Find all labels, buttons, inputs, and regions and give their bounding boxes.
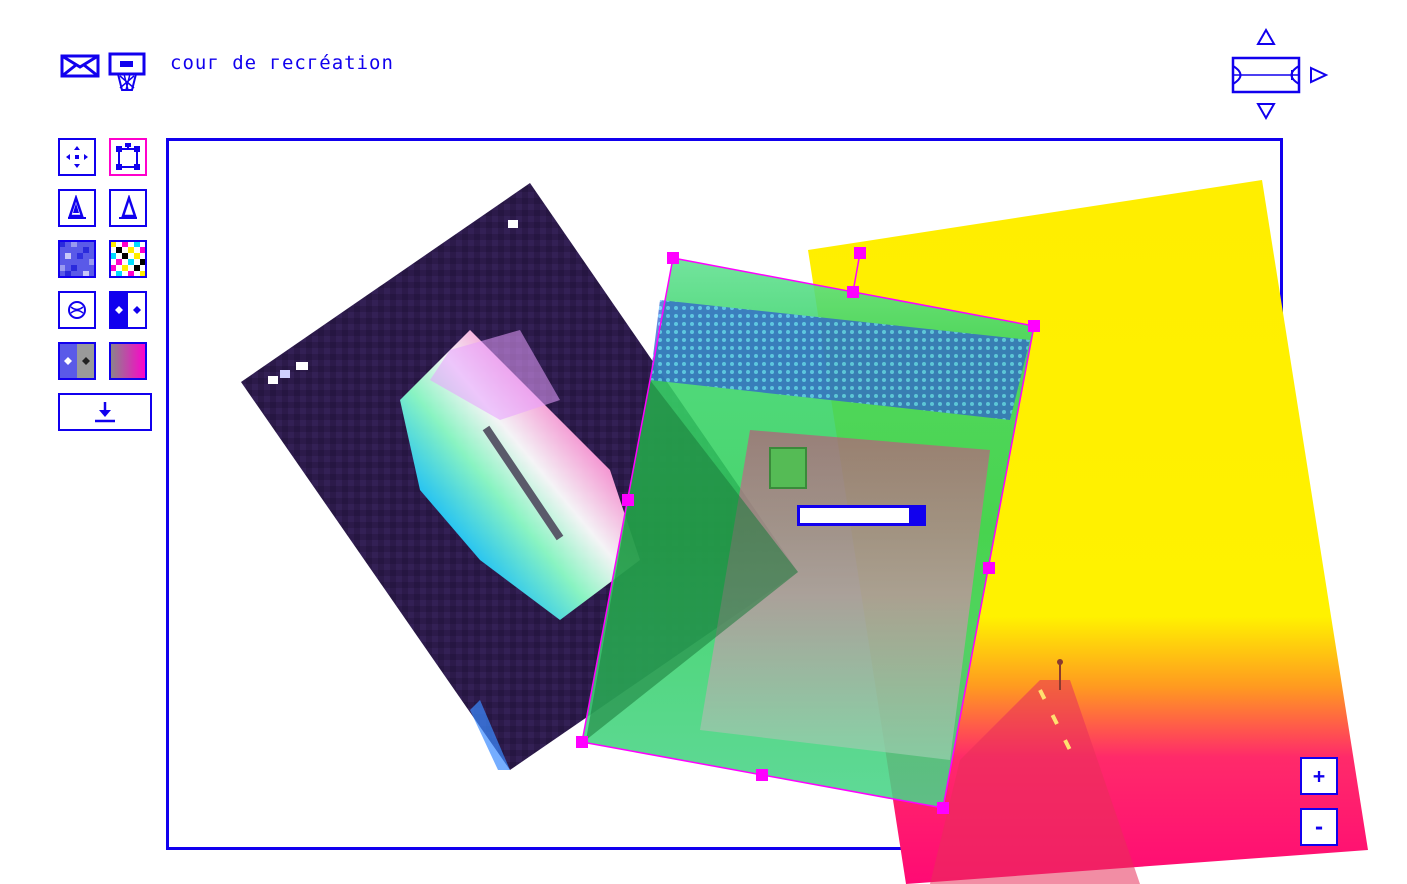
zoom-out-button[interactable]: - [1300, 808, 1338, 846]
resize-handle-bottom[interactable] [756, 769, 768, 781]
resize-handle-bottom-left[interactable] [576, 736, 588, 748]
gradient-split-icon [60, 344, 94, 378]
court-icon[interactable] [1231, 56, 1301, 94]
zoom-in-button[interactable]: + [1300, 757, 1338, 795]
arrow-up-icon[interactable] [1256, 27, 1276, 45]
ball-icon [66, 299, 88, 321]
resize-handle-top[interactable] [847, 286, 859, 298]
pixelate-tool[interactable] [58, 240, 96, 278]
arrow-right-icon[interactable] [1310, 66, 1329, 84]
contrast-tool[interactable] [109, 291, 147, 329]
resize-handle-bottom-right[interactable] [937, 802, 949, 814]
app-title: couг de гecгéation [170, 52, 394, 74]
blue-pixel-icon [60, 242, 94, 276]
resize-handle-top-left[interactable] [667, 252, 679, 264]
arrow-down-icon[interactable] [1256, 103, 1276, 121]
skew-right-tool[interactable] [109, 189, 147, 227]
sail-icon [64, 195, 90, 221]
resize-handle-right[interactable] [983, 562, 995, 574]
gradient-tool[interactable] [109, 342, 147, 380]
download-icon [92, 400, 118, 424]
gradient-swatch-icon [111, 344, 145, 378]
resize-handle-left[interactable] [622, 494, 634, 506]
gradient-map-tool[interactable] [58, 342, 96, 380]
move-arrows-icon [64, 144, 90, 170]
contrast-split-icon [111, 293, 145, 327]
sail-outline-icon [115, 195, 141, 221]
move-tool[interactable] [58, 138, 96, 176]
opacity-slider-thumb[interactable] [909, 508, 923, 523]
transform-frame-icon [114, 143, 142, 171]
basketball-hoop-icon[interactable] [108, 52, 148, 94]
transform-tool[interactable] [109, 138, 147, 176]
color-noise-tool[interactable] [109, 240, 147, 278]
court-navigator [1228, 26, 1338, 126]
color-noise-icon [111, 242, 145, 276]
envelope-icon[interactable] [60, 54, 100, 78]
rotate-handle[interactable] [854, 247, 866, 259]
opacity-slider[interactable] [797, 505, 926, 526]
resize-handle-top-right[interactable] [1028, 320, 1040, 332]
skew-left-tool[interactable] [58, 189, 96, 227]
ball-tool[interactable] [58, 291, 96, 329]
download-tool[interactable] [58, 393, 152, 431]
